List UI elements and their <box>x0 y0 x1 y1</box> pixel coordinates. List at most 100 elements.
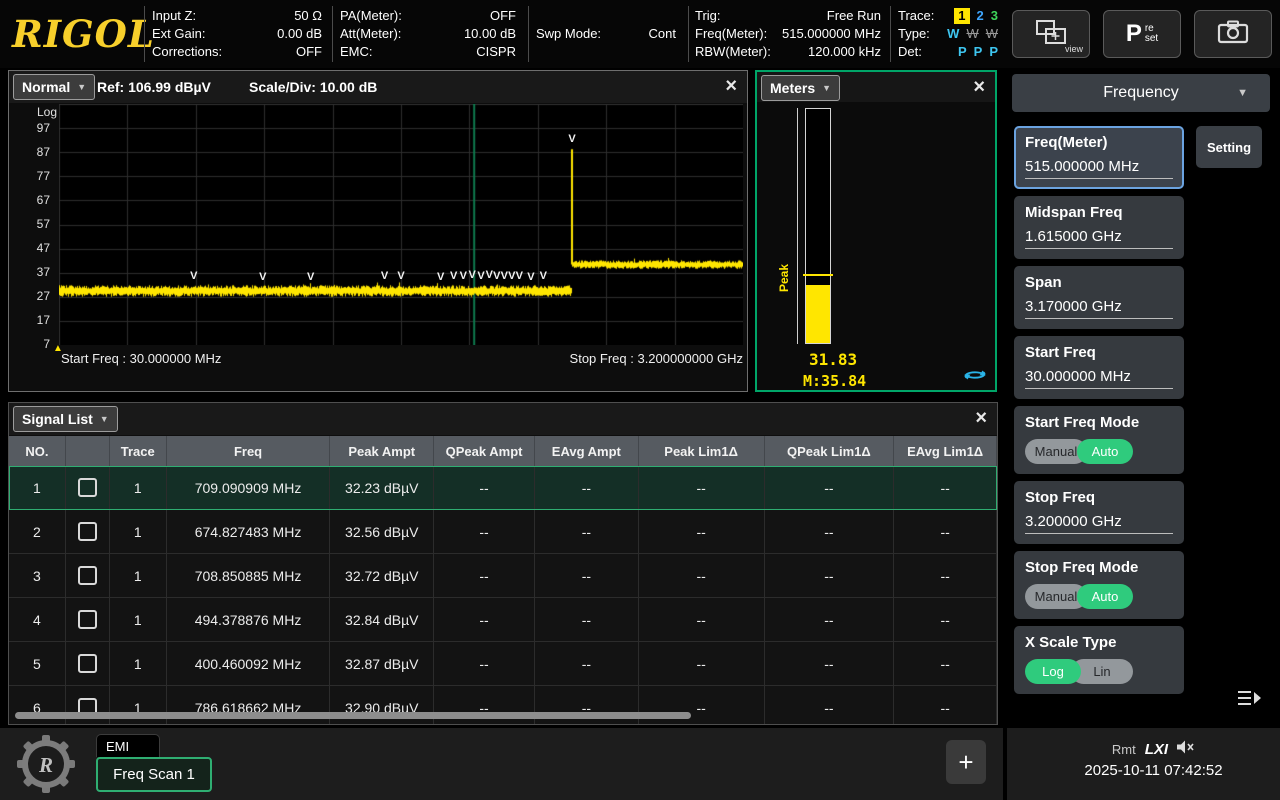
status-field: Input Z:50 Ω <box>152 8 322 24</box>
status-value: 10.00 dB <box>464 26 516 42</box>
row-checkbox[interactable] <box>78 478 97 497</box>
column-header[interactable]: Peak Lim1Δ <box>639 436 765 466</box>
close-icon[interactable]: × <box>725 74 737 98</box>
menu-item-start-freq-mode[interactable]: Start Freq ModeManualAuto <box>1014 406 1184 474</box>
row-checkbox[interactable] <box>78 522 97 541</box>
column-header[interactable]: Peak Ampt <box>330 436 434 466</box>
multi-view-button[interactable]: view <box>1012 10 1090 58</box>
column-header[interactable]: QPeak Lim1Δ <box>765 436 895 466</box>
system-utility-icon[interactable]: R <box>16 734 76 794</box>
preset-button[interactable]: P re set <box>1103 10 1181 58</box>
close-icon[interactable]: × <box>973 75 985 99</box>
refresh-icon[interactable] <box>963 368 987 386</box>
column-header[interactable]: EAvg Lim1Δ <box>894 436 997 466</box>
trace-mode-dropdown[interactable]: Normal ▼ <box>13 74 95 100</box>
cell: -- <box>535 686 639 725</box>
meter-settings-section: PA(Meter):OFFAtt(Meter):10.00 dBEMC:CISP… <box>340 8 516 60</box>
svg-text:R: R <box>38 753 53 777</box>
horizontal-scrollbar[interactable] <box>15 712 691 719</box>
divider <box>528 6 529 62</box>
signal-row[interactable]: 51400.460092 MHz32.87 dBµV---------- <box>9 642 997 686</box>
cell: -- <box>434 510 535 553</box>
toggle-option-log[interactable]: Log <box>1025 659 1081 684</box>
menu-item-value[interactable]: 1.615000 GHz <box>1025 228 1173 249</box>
menu-expand-icon[interactable] <box>1236 688 1262 713</box>
menu-item-stop-freq-mode[interactable]: Stop Freq ModeManualAuto <box>1014 551 1184 619</box>
menu-item-value[interactable]: 30.000000 MHz <box>1025 368 1173 389</box>
menu-item-span[interactable]: Span3.170000 GHz <box>1014 266 1184 329</box>
column-header[interactable] <box>66 436 110 466</box>
menu-item-midspan-freq[interactable]: Midspan Freq1.615000 GHz <box>1014 196 1184 259</box>
menu-title-dropdown[interactable]: Frequency ▼ <box>1012 74 1270 112</box>
cell <box>66 554 110 597</box>
y-tick-label: 77 <box>37 169 50 183</box>
menu-item-freq-meter-[interactable]: Freq(Meter) 515.000000 MHz <box>1014 126 1184 189</box>
trigger-settings-section: Trig:Free RunFreq(Meter):515.000000 MHzR… <box>695 8 881 60</box>
cell: 4 <box>9 598 66 641</box>
row-checkbox[interactable] <box>78 566 97 585</box>
menu-item-value[interactable]: 3.170000 GHz <box>1025 298 1173 319</box>
trace-3-badge[interactable]: 3 <box>991 8 998 24</box>
toggle-option-auto[interactable]: Auto <box>1077 439 1133 464</box>
signal-row[interactable]: 61786.618662 MHz32.90 dBµV---------- <box>9 686 997 725</box>
signal-list-dropdown[interactable]: Signal List ▼ <box>13 406 118 432</box>
scale-div-label: Scale/Div: 10.00 dB <box>249 79 377 95</box>
status-field: Freq(Meter):515.000000 MHz <box>695 26 881 42</box>
status-label: Ext Gain: <box>152 26 205 42</box>
ref-level-label: Ref: 106.99 dBµV <box>97 79 211 95</box>
meters-dropdown[interactable]: Meters ▼ <box>761 75 840 101</box>
peak-meter-bar <box>805 108 831 344</box>
mode-tab-emi[interactable]: EMI <box>96 734 160 757</box>
menu-item-label: Freq(Meter) <box>1025 134 1173 152</box>
cell: -- <box>434 554 535 597</box>
cell: -- <box>535 598 639 641</box>
speaker-muted-icon[interactable] <box>1177 740 1195 759</box>
multi-view-icon <box>1036 20 1066 49</box>
cell: -- <box>639 686 765 725</box>
chevron-down-icon: ▼ <box>822 83 831 93</box>
trace-1-badge[interactable]: 1 <box>954 8 969 24</box>
y-tick-label: 37 <box>37 265 50 279</box>
trace-label: Trace: <box>898 8 934 24</box>
datetime-display: 2025-10-11 07:42:52 <box>1007 762 1280 779</box>
menu-item-value[interactable]: 515.000000 MHz <box>1025 158 1173 179</box>
trace-2-badge[interactable]: 2 <box>977 8 984 24</box>
cell: 1 <box>110 642 167 685</box>
signal-row[interactable]: 41494.378876 MHz32.84 dBµV---------- <box>9 598 997 642</box>
freq-scan-task-button[interactable]: Freq Scan 1 <box>96 757 212 792</box>
menu-item-x-scale-type[interactable]: X Scale TypeLogLin <box>1014 626 1184 694</box>
row-checkbox[interactable] <box>78 610 97 629</box>
sweep-mode-section: Swp Mode:Cont <box>536 8 676 60</box>
screenshot-button[interactable] <box>1194 10 1272 58</box>
cell: -- <box>434 598 535 641</box>
meters-title: Meters <box>770 80 815 96</box>
status-field: Swp Mode:Cont <box>536 26 676 42</box>
menu-item-value[interactable]: 3.200000 GHz <box>1025 513 1173 534</box>
toggle-option-auto[interactable]: Auto <box>1077 584 1133 609</box>
signal-row[interactable]: 11709.090909 MHz32.23 dBµV---------- <box>9 466 997 510</box>
menu-item-start-freq[interactable]: Start Freq30.000000 MHz <box>1014 336 1184 399</box>
setting-tab[interactable]: Setting <box>1196 126 1262 168</box>
close-icon[interactable]: × <box>975 406 987 430</box>
cell: 1 <box>110 466 167 509</box>
cell: -- <box>639 554 765 597</box>
column-header[interactable]: NO. <box>9 436 66 466</box>
spectrum-panel: Normal ▼ Ref: 106.99 dBµV Scale/Div: 10.… <box>8 70 748 392</box>
signal-row[interactable]: 31708.850885 MHz32.72 dBµV---------- <box>9 554 997 598</box>
y-tick-label: 57 <box>37 217 50 231</box>
top-button-group: view P re set <box>1012 10 1272 58</box>
column-header[interactable]: QPeak Ampt <box>434 436 535 466</box>
column-header[interactable]: EAvg Ampt <box>535 436 639 466</box>
y-tick-label: 97 <box>37 121 50 135</box>
row-checkbox[interactable] <box>78 654 97 673</box>
signal-row[interactable]: 21674.827483 MHz32.56 dBµV---------- <box>9 510 997 554</box>
y-tick-label: 67 <box>37 193 50 207</box>
cell <box>66 598 110 641</box>
column-header[interactable]: Trace <box>110 436 167 466</box>
remote-status-label: Rmt <box>1112 742 1136 757</box>
rigol-logo: RIGOL <box>12 12 155 56</box>
det-label: Det: <box>898 44 922 60</box>
add-task-button[interactable]: + <box>946 740 986 784</box>
column-header[interactable]: Freq <box>167 436 331 466</box>
menu-item-stop-freq[interactable]: Stop Freq3.200000 GHz <box>1014 481 1184 544</box>
